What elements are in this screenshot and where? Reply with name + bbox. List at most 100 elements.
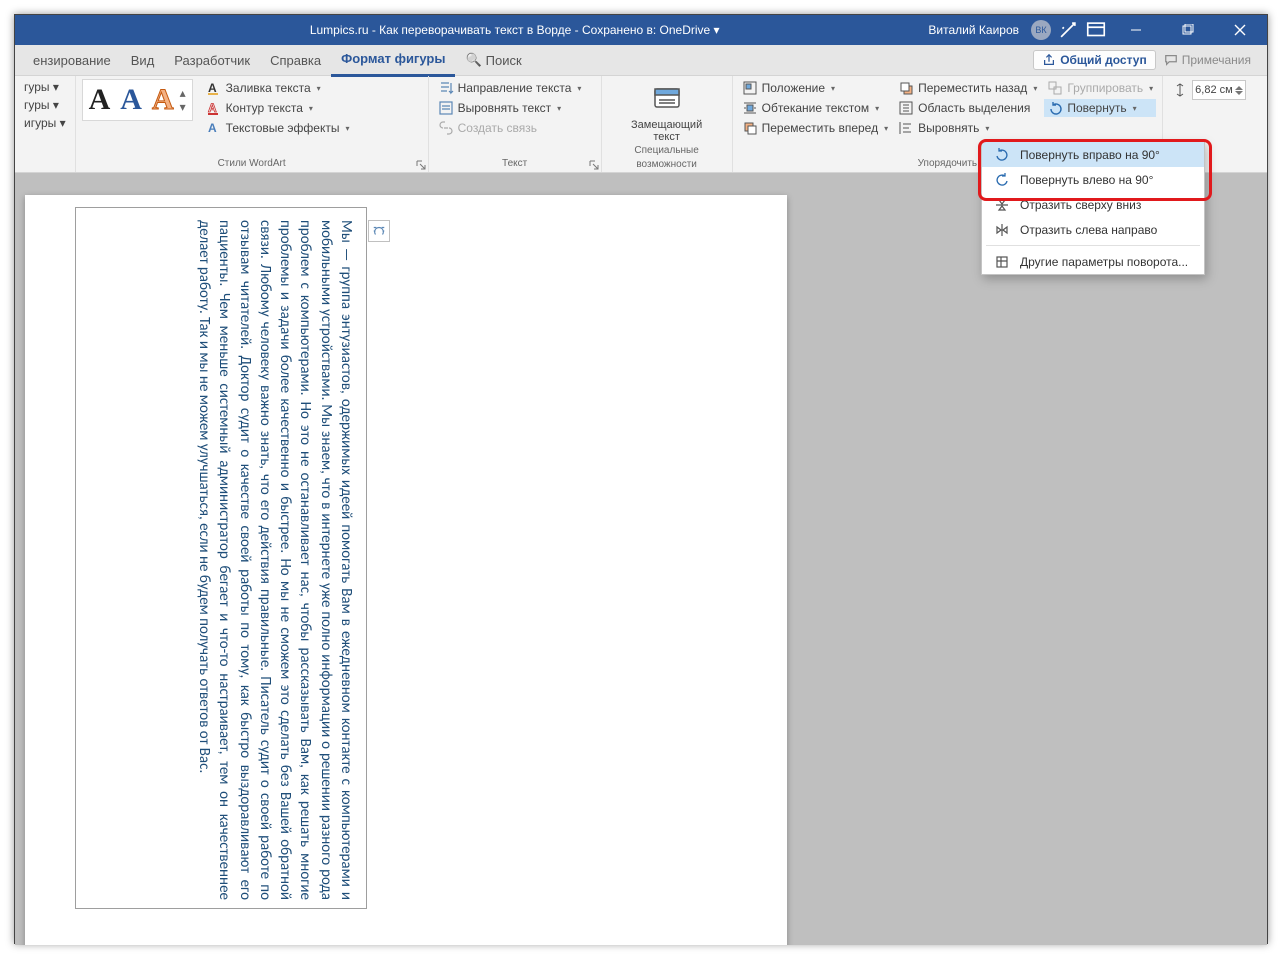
selection-label: Область выделения <box>918 101 1030 115</box>
flip-horizontal[interactable]: Отразить слева направо <box>982 217 1204 242</box>
align-text-label: Выровнять текст <box>458 101 551 115</box>
rotate-left-90[interactable]: Повернуть влево на 90° <box>982 167 1204 192</box>
tab-developer[interactable]: Разработчик <box>164 45 260 75</box>
text-effects-button[interactable]: AТекстовые эффекты▾ <box>203 119 353 137</box>
share-button[interactable]: Общий доступ <box>1033 50 1156 70</box>
ribbon-display-icon[interactable] <box>1085 19 1107 41</box>
shapes-btn-3[interactable]: игуры ▾ <box>21 115 69 131</box>
comments-label: Примечания <box>1182 53 1251 67</box>
svg-text:A: A <box>208 81 217 95</box>
create-link-button[interactable]: Создать связь <box>435 119 585 137</box>
text-direction-label: Направление текста <box>458 81 572 95</box>
wrap-text-button[interactable]: Обтекание текстом▾ <box>739 99 892 117</box>
rotate-label: Повернуть <box>1067 101 1126 115</box>
send-backward-button[interactable]: Переместить назад▾ <box>895 79 1040 97</box>
text-outline-button[interactable]: AКонтур текста▾ <box>203 99 353 117</box>
more-rotation-label: Другие параметры поворота... <box>1020 255 1188 269</box>
flip-vertical[interactable]: Отразить сверху вниз <box>982 192 1204 217</box>
wordart-preset-1[interactable]: A <box>89 83 111 117</box>
group-insert-shapes: гуры ▾ гуры ▾ игуры ▾ <box>15 76 76 172</box>
save-location[interactable]: - Сохранено в: OneDrive ▾ <box>571 23 719 37</box>
flip-v-label: Отразить сверху вниз <box>1020 198 1141 212</box>
text-fill-button[interactable]: AЗаливка текста▾ <box>203 79 353 97</box>
textbox-content: Мы — группа энтузиастов, одержимых идеей… <box>76 208 366 908</box>
forward-label: Переместить вперед <box>762 121 878 135</box>
user-name[interactable]: Виталий Каиров <box>928 23 1019 37</box>
menu-separator <box>986 245 1200 246</box>
window-title: Lumpics.ru - Как переворачивать текст в … <box>15 23 924 37</box>
minimize-button[interactable] <box>1113 15 1159 45</box>
comments-button[interactable]: Примечания <box>1156 51 1259 69</box>
tab-help[interactable]: Справка <box>260 45 331 75</box>
group-button[interactable]: Группировать▾ <box>1044 79 1156 97</box>
group-btn-label: Группировать <box>1067 81 1143 95</box>
text-fill-label: Заливка текста <box>226 81 311 95</box>
alt-text-button[interactable]: Замещающий текст <box>629 79 705 144</box>
page: Мы — группа энтузиастов, одержимых идеей… <box>25 195 787 945</box>
text-effects-label: Текстовые эффекты <box>226 121 340 135</box>
rotate-right-label: Повернуть вправо на 90° <box>1020 148 1160 162</box>
bring-forward-button[interactable]: Переместить вперед▾ <box>739 119 892 137</box>
selection-icon <box>898 100 914 116</box>
align-icon <box>898 120 914 136</box>
alt-text-icon <box>651 83 683 115</box>
wordart-preset-3[interactable]: A <box>152 83 174 117</box>
shapes-btn-2[interactable]: гуры ▾ <box>21 97 69 113</box>
search-label: Поиск <box>486 53 522 68</box>
link-icon <box>438 120 454 136</box>
group-icon <box>1047 80 1063 96</box>
text-dialog-launcher[interactable] <box>589 160 599 170</box>
backward-icon <box>898 80 914 96</box>
tab-review[interactable]: ензирование <box>23 45 121 75</box>
more-rotation-options[interactable]: Другие параметры поворота... <box>982 249 1204 274</box>
share-icon <box>1042 53 1056 67</box>
group-wordart-styles: A A A ▴▾ AЗаливка текста▾ AКонтур текста… <box>76 76 429 172</box>
user-avatar[interactable]: ВК <box>1031 20 1051 40</box>
rotate-left-icon <box>994 172 1010 188</box>
wordart-preset-2[interactable]: A <box>120 83 142 117</box>
share-label: Общий доступ <box>1060 53 1147 67</box>
create-link-label: Создать связь <box>458 121 537 135</box>
textbox-text: Мы — группа энтузиастов, одержимых идеей… <box>194 220 356 900</box>
layout-options-button[interactable] <box>368 220 390 242</box>
text-box-shape[interactable]: Мы — группа энтузиастов, одержимых идеей… <box>75 207 367 909</box>
rotate-right-90[interactable]: Повернуть вправо на 90° <box>982 142 1204 167</box>
ribbon-tabs: ензирование Вид Разработчик Справка Форм… <box>15 45 1267 76</box>
text-group-label: Текст <box>435 157 595 171</box>
maximize-button[interactable] <box>1165 15 1211 45</box>
titlebar: Lumpics.ru - Как переворачивать текст в … <box>15 15 1267 45</box>
align-text-button[interactable]: Выровнять текст▾ <box>435 99 585 117</box>
height-spinner[interactable] <box>1235 86 1243 95</box>
tab-shape-format[interactable]: Формат фигуры <box>331 44 455 77</box>
text-outline-label: Контур текста <box>226 101 303 115</box>
flip-h-icon <box>994 222 1010 238</box>
rotate-button[interactable]: Повернуть▾ <box>1044 99 1156 117</box>
search-box[interactable]: 🔍 Поиск <box>455 45 531 75</box>
layout-options-icon <box>372 224 386 238</box>
magic-icon[interactable] <box>1057 19 1079 41</box>
align-label: Выровнять <box>918 121 979 135</box>
text-fill-icon: A <box>206 80 222 96</box>
wordart-dialog-launcher[interactable] <box>416 160 426 170</box>
wrap-label: Обтекание текстом <box>762 101 869 115</box>
shapes-btn-1[interactable]: гуры ▾ <box>21 79 69 95</box>
text-effects-icon: A <box>206 120 222 136</box>
more-rotation-icon <box>994 254 1010 270</box>
position-button[interactable]: Положение▾ <box>739 79 892 97</box>
selection-pane-button[interactable]: Область выделения <box>895 99 1040 117</box>
tab-view[interactable]: Вид <box>121 45 165 75</box>
svg-text:A: A <box>208 101 217 115</box>
document-area[interactable]: Мы — группа энтузиастов, одержимых идеей… <box>15 173 1267 945</box>
text-direction-button[interactable]: Направление текста▾ <box>435 79 585 97</box>
wordart-gallery[interactable]: A A A ▴▾ <box>82 79 193 121</box>
gallery-scroll[interactable]: ▴▾ <box>180 86 186 114</box>
close-button[interactable] <box>1217 15 1263 45</box>
document-name: Lumpics.ru - Как переворачивать текст в … <box>310 23 572 37</box>
align-button[interactable]: Выровнять▾ <box>895 119 1040 137</box>
align-text-icon <box>438 100 454 116</box>
backward-label: Переместить назад <box>918 81 1027 95</box>
height-field[interactable]: 6,82 см <box>1169 79 1249 101</box>
group-accessibility: Замещающий текст Специальные возможности <box>602 76 733 172</box>
comment-icon <box>1164 53 1178 67</box>
flip-v-icon <box>994 197 1010 213</box>
